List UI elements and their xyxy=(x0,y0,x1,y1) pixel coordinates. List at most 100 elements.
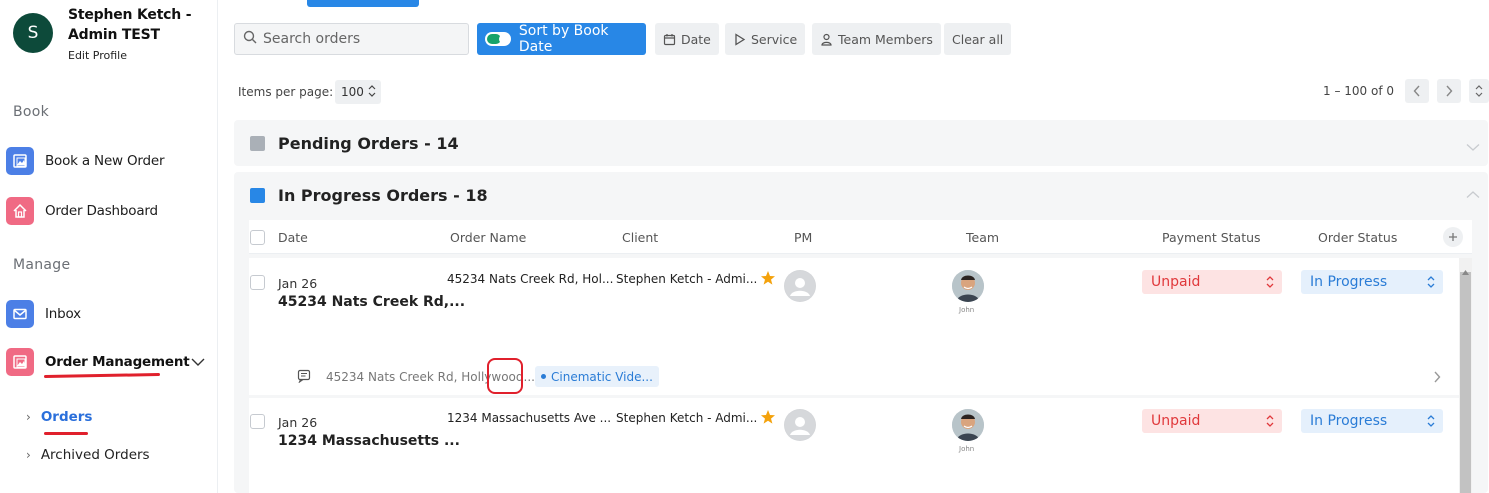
star-icon[interactable] xyxy=(760,409,776,430)
team-member-name: John xyxy=(959,306,975,314)
sort-order-button[interactable] xyxy=(1469,79,1489,103)
profile: S Stephen Ketch - Admin TEST Edit Profil… xyxy=(13,7,192,62)
payment-status-value: Unpaid xyxy=(1151,274,1201,290)
chevron-up-icon[interactable] xyxy=(1466,186,1480,204)
client-cell: Stephen Ketch - Admi... xyxy=(616,272,758,286)
order-status-value: In Progress xyxy=(1310,274,1388,290)
profile-name: Stephen Ketch - Admin TEST xyxy=(68,7,192,43)
team-member-name: John xyxy=(959,445,975,453)
main-content: Sort by Book Date Date Service Team Memb… xyxy=(219,0,1489,493)
chevron-right-icon: › xyxy=(26,448,31,462)
scrollbar-thumb[interactable] xyxy=(1460,272,1471,493)
chevron-right-icon xyxy=(1446,85,1453,97)
order-status-select[interactable]: In Progress xyxy=(1301,409,1443,433)
payment-status-select[interactable]: Unpaid xyxy=(1142,270,1282,294)
chevron-down-icon[interactable] xyxy=(191,354,205,372)
person-icon xyxy=(821,33,832,46)
items-per-page-select[interactable]: 100 xyxy=(335,80,381,104)
filter-service-button[interactable]: Service xyxy=(725,23,806,55)
scroll-up-arrow-icon[interactable] xyxy=(1462,262,1469,280)
group-pending-orders[interactable]: Pending Orders - 14 xyxy=(234,120,1488,166)
row-date: Jan 26 xyxy=(278,415,318,430)
sidebar-subitem-label: Archived Orders xyxy=(40,447,150,463)
row-checkbox[interactable] xyxy=(250,275,265,290)
filter-label: Team Members xyxy=(838,31,933,47)
column-header-pm[interactable]: PM xyxy=(794,230,812,245)
previous-page-button[interactable] xyxy=(1405,79,1429,103)
chevron-right-icon[interactable] xyxy=(1433,370,1441,388)
chevron-left-icon xyxy=(1413,85,1420,97)
items-per-page-value: 100 xyxy=(341,85,364,99)
row-checkbox[interactable] xyxy=(250,414,265,429)
items-per-page-label: Items per page: xyxy=(238,85,334,99)
home-icon xyxy=(6,197,34,225)
next-page-button[interactable] xyxy=(1437,79,1461,103)
filter-date-button[interactable]: Date xyxy=(655,23,719,55)
section-label-manage: Manage xyxy=(13,257,71,273)
filter-label: Date xyxy=(681,31,711,47)
team-member-avatar[interactable] xyxy=(952,270,984,302)
group-title: In Progress Orders - 18 xyxy=(278,186,488,205)
sort-label: Sort by Book Date xyxy=(518,23,609,55)
row-date: Jan 26 xyxy=(278,276,318,291)
pm-avatar[interactable] xyxy=(784,270,816,302)
filter-label: Clear all xyxy=(952,31,1004,47)
row-details-strip[interactable]: 45234 Nats Creek Rd, Hollywood... Cinema… xyxy=(249,362,1443,392)
order-name-cell: 1234 Massachusetts Ave ... xyxy=(447,411,612,425)
table-row[interactable]: Jan 26 1234 Massachusetts ... 1234 Massa… xyxy=(249,398,1472,493)
column-header-team[interactable]: Team xyxy=(966,230,999,245)
select-all-checkbox[interactable] xyxy=(250,230,265,245)
sidebar-subitem-archived-orders[interactable]: › Archived Orders xyxy=(26,447,150,463)
group-color-square xyxy=(250,136,265,151)
payment-status-value: Unpaid xyxy=(1151,413,1201,429)
image-icon xyxy=(6,348,34,376)
sort-by-book-date-toggle[interactable]: Sort by Book Date xyxy=(477,23,646,55)
edit-profile-link[interactable]: Edit Profile xyxy=(68,49,208,62)
add-column-button[interactable] xyxy=(1443,227,1463,247)
section-label-book: Book xyxy=(13,104,50,120)
sidebar-subitem-label: Orders xyxy=(40,409,93,425)
calendar-icon xyxy=(663,33,676,45)
row-title[interactable]: 1234 Massachusetts ... xyxy=(278,433,460,449)
sidebar-subitem-orders[interactable]: › Orders xyxy=(26,409,92,425)
updown-icon xyxy=(1266,413,1274,433)
updown-icon xyxy=(368,83,376,102)
filter-label: Service xyxy=(751,31,798,47)
service-tag-label: Cinematic Vide... xyxy=(551,369,653,384)
star-icon[interactable] xyxy=(760,270,776,291)
clear-all-button[interactable]: Clear all xyxy=(944,23,1012,55)
filter-team-members-button[interactable]: Team Members xyxy=(812,23,941,55)
mail-icon xyxy=(6,300,34,328)
sidebar-item-order-dashboard[interactable]: Order Dashboard xyxy=(6,195,211,227)
column-header-client[interactable]: Client xyxy=(622,230,658,245)
column-header-order-status[interactable]: Order Status xyxy=(1318,230,1397,245)
updown-icon xyxy=(1427,413,1435,433)
updown-icon xyxy=(1266,274,1274,294)
updown-icon xyxy=(1475,85,1483,97)
toggle-switch[interactable] xyxy=(485,32,511,46)
column-header-payment-status[interactable]: Payment Status xyxy=(1162,230,1261,245)
column-header-order-name[interactable]: Order Name xyxy=(450,230,526,245)
search-box[interactable] xyxy=(234,23,469,55)
avatar[interactable]: S xyxy=(13,13,53,53)
sidebar-item-inbox[interactable]: Inbox xyxy=(6,298,211,330)
sidebar-item-label: Inbox xyxy=(45,306,81,322)
pm-avatar[interactable] xyxy=(784,409,816,441)
payment-status-select[interactable]: Unpaid xyxy=(1142,409,1282,433)
new-order-button[interactable] xyxy=(307,0,419,7)
service-tag: Cinematic Vide... xyxy=(535,366,659,387)
team-member-avatar[interactable] xyxy=(952,409,984,441)
sidebar-item-book-new-order[interactable]: Book a New Order xyxy=(6,145,211,177)
play-icon xyxy=(735,32,746,46)
table-header: Date Order Name Client PM Team Payment S… xyxy=(249,220,1472,254)
client-cell: Stephen Ketch - Admi... xyxy=(616,411,758,425)
group-title: Pending Orders - 14 xyxy=(278,134,459,153)
chevron-down-icon[interactable] xyxy=(1466,139,1480,157)
updown-icon xyxy=(1427,274,1435,294)
notes-icon[interactable] xyxy=(297,369,311,388)
search-input[interactable] xyxy=(263,31,463,47)
column-header-date[interactable]: Date xyxy=(278,230,308,245)
order-status-select[interactable]: In Progress xyxy=(1301,270,1443,294)
pagination-range: 1 – 100 of 0 xyxy=(1323,84,1394,98)
row-title[interactable]: 45234 Nats Creek Rd,... xyxy=(278,294,465,310)
